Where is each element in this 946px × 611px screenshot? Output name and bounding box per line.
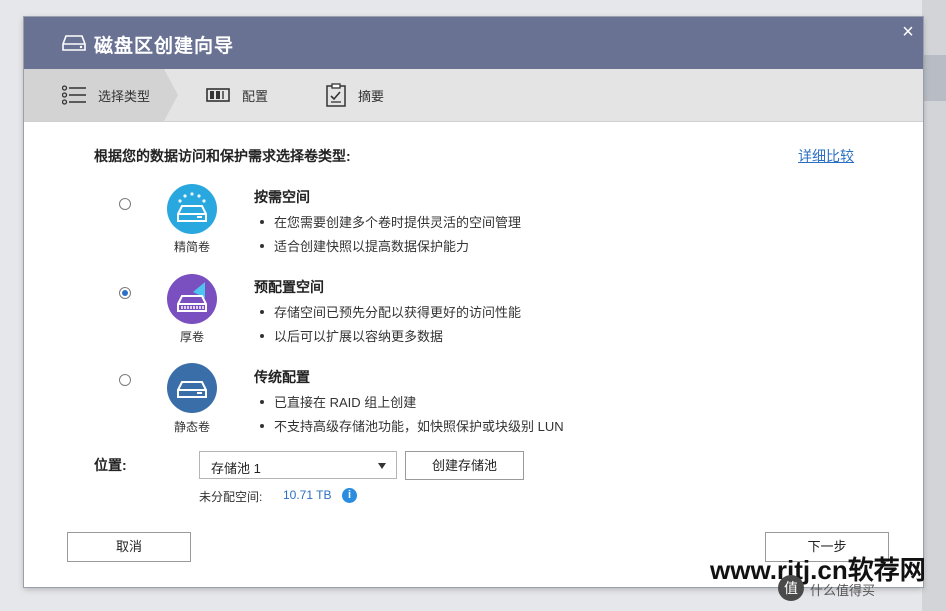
cancel-button[interactable]: 取消 — [67, 532, 191, 562]
thick-volume-bullet: 以后可以扩展以容纳更多数据 — [260, 326, 443, 345]
chevron-down-icon — [378, 463, 386, 469]
create-storage-pool-button[interactable]: 创建存储池 — [405, 451, 524, 480]
storage-pool-select[interactable]: 存储池 1 — [199, 451, 397, 479]
background-strip — [922, 55, 946, 101]
radio-static-volume[interactable] — [119, 374, 131, 386]
watermark-logo-icon: 值 — [778, 575, 804, 601]
thin-volume-title: 按需空间 — [254, 189, 310, 205]
static-volume-label: 静态卷 — [173, 420, 210, 434]
static-volume-icon — [167, 363, 217, 413]
title-bar: 磁盘区创建向导 × — [24, 17, 923, 69]
volume-creation-wizard-dialog: 磁盘区创建向导 × 选择类型 配置 摘要 根据您的数据访问和保护需求选择卷类型:… — [24, 17, 923, 587]
unallocated-space-value: 10.71 TB — [283, 488, 332, 502]
thick-volume-label: 厚卷 — [179, 330, 204, 344]
background-panel — [922, 0, 946, 611]
step-config: 配置 — [206, 69, 268, 121]
wizard-steps: 选择类型 配置 摘要 — [24, 69, 923, 122]
static-volume-bullet: 已直接在 RAID 组上创建 — [260, 392, 416, 411]
thin-volume-bullet: 适合创建快照以提高数据保护能力 — [260, 236, 469, 255]
thick-volume-title: 预配置空间 — [254, 279, 324, 295]
thin-volume-label: 精简卷 — [173, 240, 210, 254]
info-icon[interactable]: i — [342, 488, 357, 503]
watermark-sub: 什么值得买 — [810, 583, 876, 598]
radio-thick-volume[interactable] — [119, 287, 131, 299]
step-select-type: 选择类型 — [62, 69, 150, 121]
static-volume-bullet: 不支持高级存储池功能，如快照保护或块级别 LUN — [260, 416, 564, 435]
storage-pool-value: 存储池 1 — [211, 461, 261, 476]
thin-volume-icon — [167, 184, 217, 234]
list-icon — [62, 85, 86, 105]
clipboard-icon — [326, 83, 346, 107]
detailed-compare-link[interactable]: 详细比较 — [798, 146, 854, 166]
unallocated-space-label: 未分配空间: — [199, 490, 263, 504]
step-label: 配置 — [242, 88, 269, 104]
window-title: 磁盘区创建向导 — [94, 36, 235, 57]
step-label: 摘要 — [358, 88, 385, 104]
location-label: 位置: — [94, 457, 127, 473]
thick-volume-icon — [167, 274, 217, 324]
close-icon[interactable]: × — [898, 22, 918, 42]
disk-icon — [62, 34, 86, 57]
disk-config-icon — [206, 88, 230, 102]
thin-volume-bullet: 在您需要创建多个卷时提供灵活的空间管理 — [260, 212, 521, 231]
volume-type-question: 根据您的数据访问和保护需求选择卷类型: — [94, 148, 351, 164]
step-summary: 摘要 — [326, 69, 384, 121]
step-label: 选择类型 — [98, 88, 151, 104]
static-volume-title: 传统配置 — [254, 369, 310, 385]
radio-thin-volume[interactable] — [119, 198, 131, 210]
thick-volume-bullet: 存储空间已预先分配以获得更好的访问性能 — [260, 302, 521, 321]
